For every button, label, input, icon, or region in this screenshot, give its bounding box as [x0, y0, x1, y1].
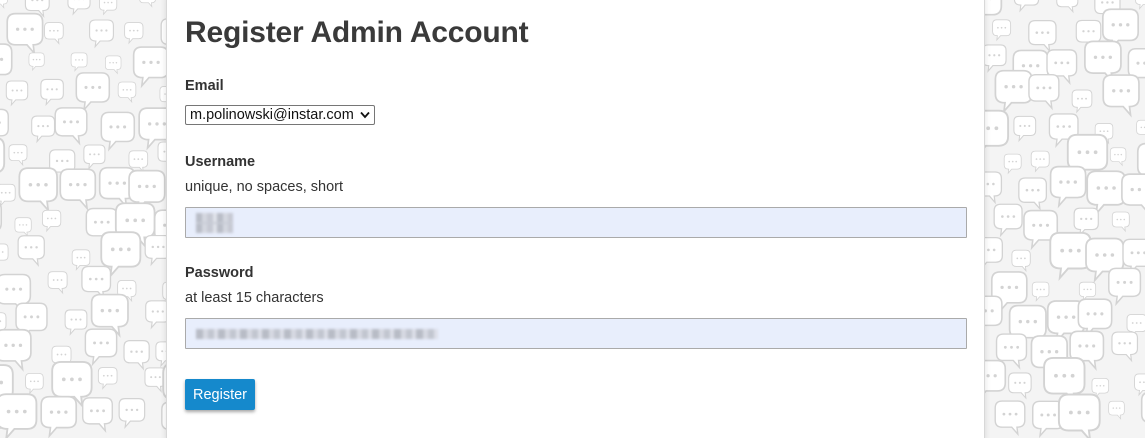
speech-bubble-icon: [99, 0, 118, 15]
speech-bubble-icon: [1049, 231, 1092, 279]
speech-bubble-icon: [1011, 249, 1031, 272]
speech-bubble-icon: [0, 200, 3, 240]
speech-bubble-icon: [75, 72, 111, 111]
speech-bubble-icon: [83, 144, 106, 170]
username-hint: unique, no spaces, short: [185, 179, 343, 195]
speech-bubble-icon: [1071, 89, 1093, 113]
speech-bubble-icon: [1003, 153, 1022, 174]
password-hint: at least 15 characters: [185, 290, 324, 306]
speech-bubble-icon: [100, 111, 136, 151]
speech-bubble-icon: [1013, 115, 1037, 142]
register-button[interactable]: Register: [185, 379, 255, 410]
speech-bubble-icon: [1121, 173, 1145, 215]
register-form-panel: Register Admin Account Email m.polinowsk…: [166, 0, 985, 438]
speech-bubble-icon: [47, 271, 68, 294]
speech-bubble-icon: [118, 398, 146, 428]
speech-bubble-icon: [1008, 372, 1032, 399]
speech-bubble-icon: [132, 46, 170, 87]
password-input[interactable]: [185, 318, 967, 349]
speech-bubble-icon: [31, 115, 56, 143]
speech-bubble-icon: [64, 309, 88, 335]
speech-bubble-icon: [0, 0, 8, 9]
speech-bubble-icon: [14, 217, 32, 237]
speech-bubble-icon: [0, 243, 9, 265]
chevron-down-icon: [360, 111, 370, 119]
speech-bubble-icon: [97, 367, 118, 389]
speech-bubble-icon: [1108, 267, 1142, 305]
speech-bubble-icon: [1078, 281, 1097, 301]
speech-bubble-icon: [54, 107, 88, 145]
email-select[interactable]: m.polinowski@instar.com: [185, 105, 375, 125]
speech-bubble-icon: [0, 183, 16, 207]
speech-bubble-icon: [1086, 170, 1127, 215]
speech-bubble-icon: [59, 168, 97, 210]
speech-bubble-icon: [1109, 147, 1127, 166]
password-redacted-value: [196, 329, 438, 339]
speech-bubble-icon: [0, 136, 6, 184]
speech-bubble-icon: [992, 19, 1012, 41]
speech-bubble-icon: [17, 235, 45, 266]
speech-bubble-icon: [84, 328, 118, 365]
speech-bubble-icon: [0, 43, 13, 84]
speech-bubble-icon: [105, 55, 122, 74]
speech-bubble-icon: [0, 328, 32, 371]
speech-bubble-icon: [0, 393, 38, 438]
speech-bubble-icon: [1057, 393, 1101, 438]
speech-bubble-icon: [1031, 281, 1050, 302]
speech-bubble-icon: [18, 167, 58, 212]
speech-bubble-icon: [994, 400, 1026, 435]
speech-bubble-icon: [44, 22, 64, 44]
page-title: Register Admin Account: [185, 16, 529, 49]
speech-bubble-icon: [1018, 177, 1048, 210]
speech-bubble-icon: [0, 108, 9, 144]
speech-bubble-icon: [123, 340, 150, 370]
speech-bubble-icon: [982, 44, 1007, 72]
speech-bubble-icon: [89, 19, 114, 48]
speech-bubble-icon: [40, 395, 78, 437]
speech-bubble-icon: [1028, 73, 1060, 109]
speech-bubble-icon: [1056, 0, 1079, 13]
speech-bubble-icon: [67, 0, 91, 15]
speech-bubble-icon: [25, 373, 44, 394]
username-label: Username: [185, 154, 256, 170]
speech-bubble-icon: [1030, 150, 1050, 172]
speech-bubble-icon: [8, 144, 28, 166]
speech-bubble-icon: [1136, 119, 1145, 139]
speech-bubble-icon: [124, 22, 144, 44]
speech-bubble-icon: [1102, 74, 1140, 116]
speech-bubble-icon: [1111, 211, 1130, 232]
speech-bubble-icon: [1134, 373, 1145, 396]
speech-bubble-icon: [70, 52, 88, 72]
speech-bubble-icon: [117, 81, 137, 103]
username-input[interactable]: [185, 207, 967, 238]
speech-bubble-icon: [1108, 400, 1125, 420]
speech-bubble-icon: [40, 78, 64, 106]
speech-bubble-icon: [6, 12, 44, 54]
speech-bubble-icon: [82, 397, 113, 432]
speech-bubble-icon: [1111, 331, 1139, 362]
email-label: Email: [185, 78, 224, 94]
speech-bubble-icon: [41, 209, 62, 232]
speech-bubble-icon: [81, 265, 112, 300]
speech-bubble-icon: [5, 80, 29, 106]
password-label: Password: [185, 265, 254, 281]
speech-bubble-icon: [994, 69, 1033, 113]
speech-bubble-icon: [28, 52, 45, 71]
speech-bubble-icon: [993, 203, 1023, 237]
username-redacted-value: [196, 213, 233, 233]
email-select-value: m.polinowski@instar.com: [190, 107, 354, 123]
speech-bubble-icon: [1049, 165, 1087, 207]
speech-bubble-icon: [1135, 0, 1145, 9]
speech-bubble-icon: [1073, 207, 1099, 236]
speech-bubble-icon: [1028, 19, 1057, 52]
speech-bubble-icon: [139, 0, 156, 7]
speech-bubble-icon: [1013, 0, 1040, 12]
